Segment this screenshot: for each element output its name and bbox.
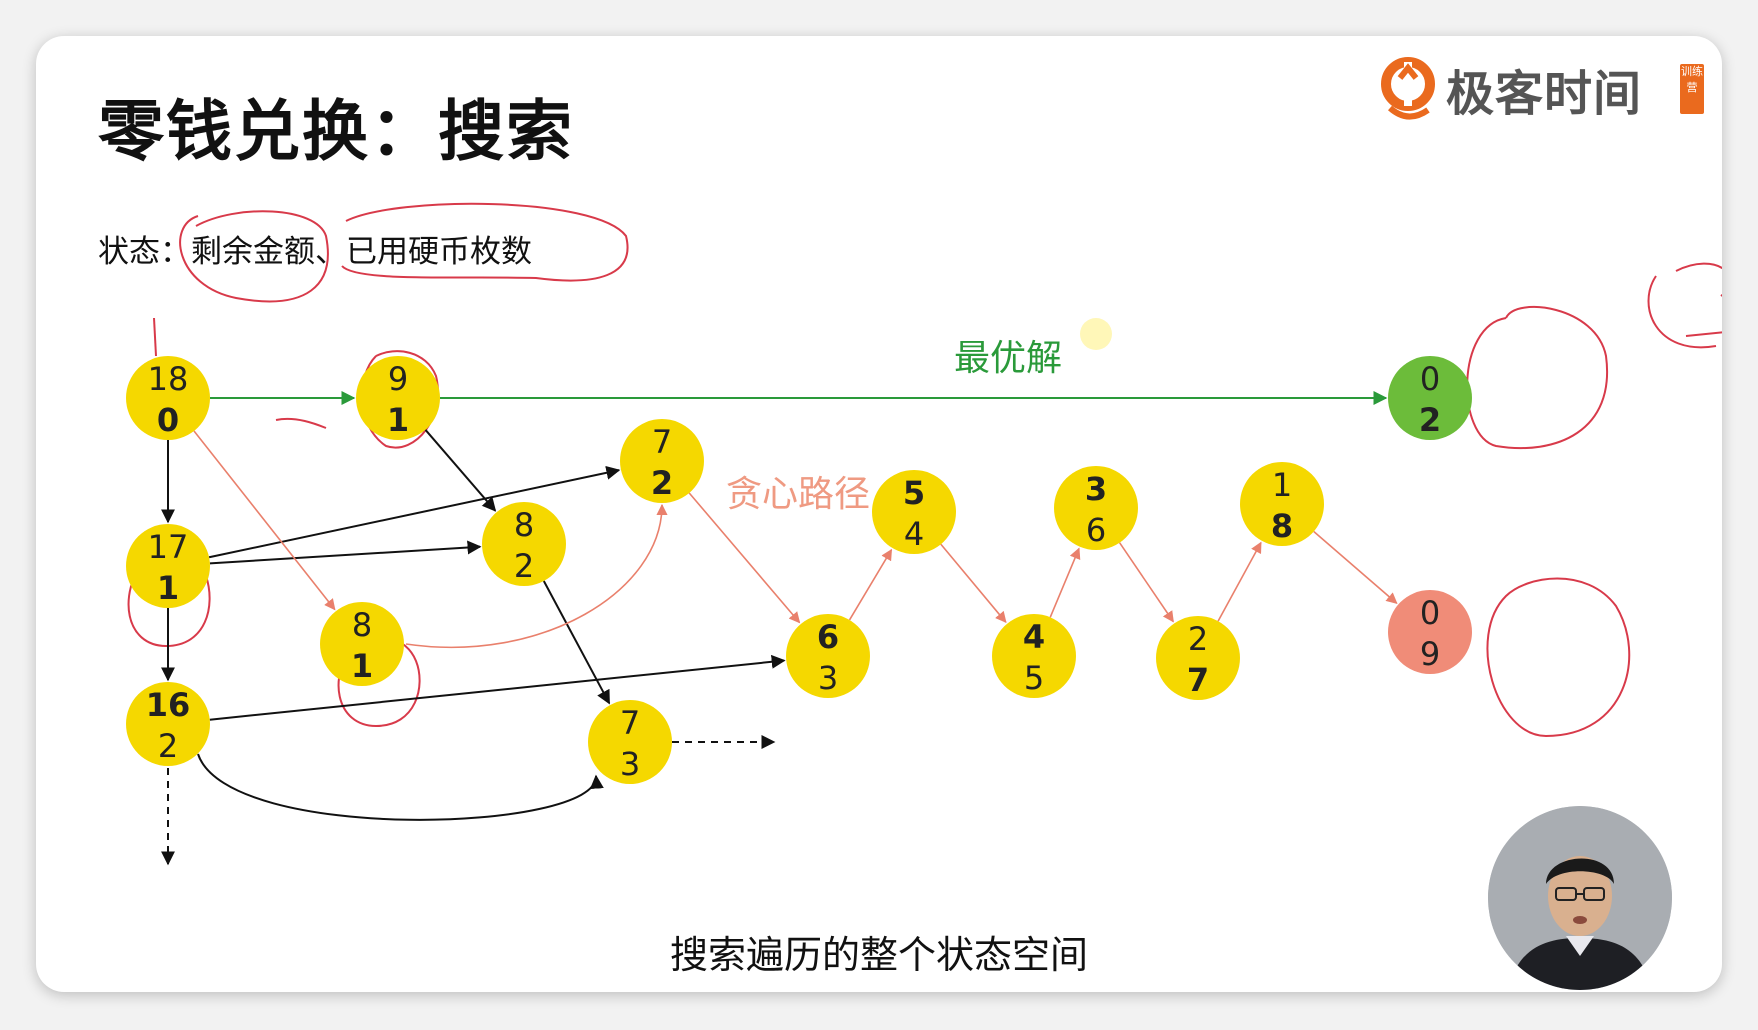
node-remaining-amount: 2: [1188, 620, 1208, 658]
state-node-n4_5: 45: [992, 614, 1076, 698]
state-node-n16_2: 162: [126, 682, 210, 766]
pointer-highlight: [1080, 318, 1112, 350]
node-coins-used: 1: [387, 401, 409, 439]
state-node-n5_4: 54: [872, 470, 956, 554]
edge-n16_2-to-n7_3: [197, 753, 604, 821]
state-node-n7_2: 72: [620, 419, 704, 503]
edge-n18_0-to-n8_1: [193, 430, 336, 611]
state-node-n18_0: 180: [126, 356, 210, 440]
presenter-avatar: [1488, 806, 1672, 990]
presenter-video: [1488, 806, 1672, 990]
node-coins-used: 2: [158, 727, 178, 765]
node-remaining-amount: 0: [1420, 594, 1440, 632]
state-node-n0_9: 09: [1388, 590, 1472, 674]
edge-n3_6-to-n2_7: [1118, 542, 1174, 623]
node-coins-used: 4: [904, 515, 924, 553]
nodes-layer: 18091027217182811627363544536271809: [126, 356, 1472, 784]
state-node-n8_2: 82: [482, 502, 566, 586]
edge-n16_2-to-n6_3: [209, 654, 786, 721]
node-coins-used: 8: [1271, 507, 1293, 545]
edge-n4_5-to-n3_6: [1049, 547, 1081, 618]
node-coins-used: 3: [818, 659, 838, 697]
edge-n5_4-to-n4_5: [940, 543, 1007, 624]
optimal-path-label: 最优解: [954, 338, 1062, 379]
greedy-path-label: 贪心路径: [726, 474, 870, 515]
node-remaining-amount: 18: [148, 360, 189, 398]
node-coins-used: 3: [620, 745, 640, 783]
state-node-n6_3: 63: [786, 614, 870, 698]
node-coins-used: 6: [1086, 511, 1106, 549]
node-remaining-amount: 9: [388, 360, 408, 398]
node-remaining-amount: 8: [514, 506, 534, 544]
node-remaining-amount: 16: [146, 686, 191, 724]
node-coins-used: 2: [514, 547, 534, 585]
node-coins-used: 1: [157, 569, 179, 607]
slide: 零钱兑换：搜索 状态：剩余金额、已用硬币枚数 极客时间 训练营 18 0 9 1…: [36, 36, 1722, 992]
subtitle-caption: 搜索遍历的整个状态空间: [669, 933, 1088, 977]
node-coins-used: 0: [157, 401, 179, 439]
dashed-continuations: [161, 735, 776, 866]
node-coins-used: 7: [1187, 661, 1209, 699]
state-node-n1_8: 18: [1240, 462, 1324, 546]
node-remaining-amount: 4: [1023, 618, 1045, 656]
node-coins-used: 1: [351, 647, 373, 685]
node-remaining-amount: 5: [903, 474, 925, 512]
state-node-n8_1: 81: [320, 602, 404, 686]
state-node-n9_1: 91: [356, 356, 440, 440]
node-remaining-amount: 3: [1085, 470, 1107, 508]
node-remaining-amount: 6: [817, 618, 839, 656]
state-node-n17_1: 171: [126, 524, 210, 608]
node-remaining-amount: 0: [1420, 360, 1440, 398]
node-coins-used: 5: [1024, 659, 1044, 697]
node-remaining-amount: 17: [148, 528, 189, 566]
edge-n6_3-to-n5_4: [848, 548, 893, 621]
state-space-diagram: 18091027217182811627363544536271809 最优解 …: [126, 202, 1722, 866]
state-node-n2_7: 27: [1156, 616, 1240, 700]
node-remaining-amount: 7: [620, 704, 640, 742]
node-remaining-amount: 8: [352, 606, 372, 644]
node-remaining-amount: 7: [652, 423, 672, 461]
node-coins-used: 2: [651, 464, 673, 502]
state-node-n7_3: 73: [588, 700, 672, 784]
state-node-n3_6: 36: [1054, 466, 1138, 550]
edge-n2_7-to-n1_8: [1217, 541, 1262, 622]
node-coins-used: 2: [1419, 401, 1441, 439]
edge-n1_8-to-n0_9: [1313, 530, 1398, 604]
state-node-n0_2: 02: [1388, 356, 1472, 440]
node-remaining-amount: 1: [1272, 466, 1292, 504]
node-coins-used: 9: [1420, 635, 1440, 673]
